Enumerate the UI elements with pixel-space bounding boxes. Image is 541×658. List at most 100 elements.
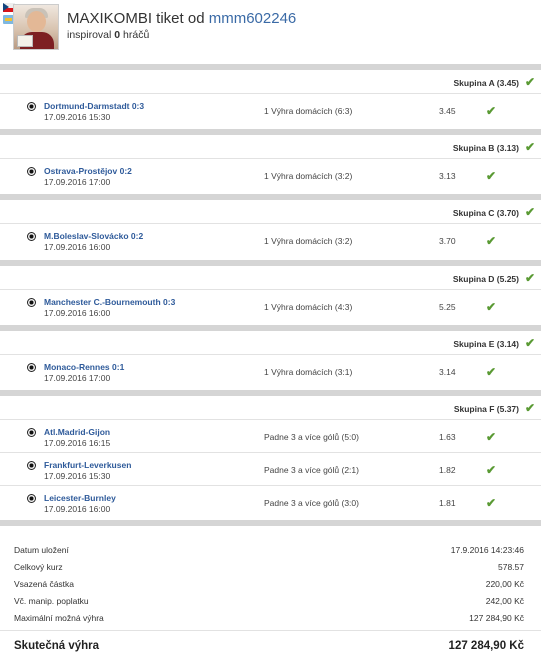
check-icon: ✔ (524, 75, 535, 89)
group-title: Skupina E (3.14) (453, 339, 519, 349)
bet-odds: 3.13 (439, 171, 456, 181)
bet-pick: 1 Výhra domácích (4:3) (264, 302, 353, 312)
match-datetime: 17.09.2016 17:00 (44, 373, 111, 383)
bet-odds: 3.70 (439, 236, 456, 246)
ticket-title: MAXIKOMBI tiket od mmm602246 (67, 10, 296, 27)
bet-row: Atl.Madrid-Gijon 17.09.2016 16:15 Padne 3 … (0, 420, 541, 453)
bet-row: M.Boleslav-Slovácko 0:2 17.09.2016 16:00 1… (0, 224, 541, 257)
soccer-ball-icon (27, 461, 36, 470)
bet-odds: 5.25 (439, 302, 456, 312)
bet-odds: 3.14 (439, 367, 456, 377)
check-icon: ✔ (486, 463, 497, 477)
actual-win-label: Skutečná výhra (14, 640, 100, 652)
inspired-suffix: hráčů (120, 29, 150, 41)
match-link[interactable]: Atl.Madrid-Gijon (44, 427, 110, 437)
match-link[interactable]: Monaco-Rennes 0:1 (44, 362, 124, 372)
match-link[interactable]: Leicester-Burnley (44, 493, 116, 503)
bet-pick: Padne 3 a více gólů (2:1) (264, 465, 359, 475)
match-link[interactable]: Ostrava-Prostějov 0:2 (44, 166, 132, 176)
match-link[interactable]: Dortmund-Darmstadt 0:3 (44, 101, 144, 111)
check-icon: ✔ (524, 205, 535, 219)
check-icon: ✔ (524, 271, 535, 285)
match-datetime: 17.09.2016 16:00 (44, 308, 111, 318)
soccer-ball-icon (27, 494, 36, 503)
ticket-header: MAXIKOMBI tiket od mmm602246 inspiroval … (0, 0, 541, 60)
summary-value: 242,00 Kč (485, 596, 524, 606)
bet-pick: Padne 3 a více gólů (5:0) (264, 432, 359, 442)
summary-label: Vč. manip. poplatku (14, 596, 89, 606)
check-icon: ✔ (486, 300, 497, 314)
soccer-ball-icon (27, 232, 36, 241)
bet-row: Ostrava-Prostějov 0:2 17.09.2016 17:00 1 V… (0, 159, 541, 192)
summary-label: Maximální možná výhra (14, 613, 104, 623)
bet-odds: 1.63 (439, 432, 456, 442)
match-datetime: 17.09.2016 16:00 (44, 242, 111, 252)
check-icon: ✔ (524, 336, 535, 350)
match-link[interactable]: Frankfurt-Leverkusen (44, 460, 131, 470)
check-icon: ✔ (486, 169, 497, 183)
bet-odds: 1.81 (439, 498, 456, 508)
bet-odds: 3.45 (439, 106, 456, 116)
summary-row: Maximální možná výhra 127 284,90 Kč (0, 613, 541, 630)
bet-row: Monaco-Rennes 0:1 17.09.2016 17:00 1 Výhra… (0, 355, 541, 388)
check-icon: ✔ (486, 430, 497, 444)
group-title: Skupina F (5.37) (453, 404, 519, 414)
bet-row: Dortmund-Darmstadt 0:3 17.09.2016 15:30 1 … (0, 94, 541, 127)
bet-odds: 1.82 (439, 465, 456, 475)
summary-value: 17.9.2016 14:23:46 (450, 545, 524, 555)
check-icon: ✔ (486, 496, 497, 510)
soccer-ball-icon (27, 102, 36, 111)
match-datetime: 17.09.2016 15:30 (44, 112, 111, 122)
summary-label: Vsazená částka (14, 579, 75, 589)
summary-row: Datum uložení 17.9.2016 14:23:46 (0, 545, 541, 562)
group-header: Skupina C (3.70) ✔ (0, 200, 541, 224)
actual-win-value: 127 284,90 Kč (448, 640, 524, 652)
match-datetime: 17.09.2016 17:00 (44, 177, 111, 187)
ticket-title-prefix: MAXIKOMBI tiket od (67, 10, 209, 27)
owner-link[interactable]: mmm602246 (209, 10, 297, 27)
summary-label: Datum uložení (14, 545, 69, 555)
group-title: Skupina A (3.45) (453, 78, 520, 88)
match-datetime: 17.09.2016 15:30 (44, 471, 111, 481)
summary-label: Celkový kurz (14, 562, 63, 572)
summary-divider (0, 630, 541, 631)
group-title: Skupina B (3.13) (452, 143, 519, 153)
match-datetime: 17.09.2016 16:15 (44, 438, 111, 448)
summary-row: Vsazená částka 220,00 Kč (0, 579, 541, 596)
bet-row: Leicester-Burnley 17.09.2016 16:00 Padne 3… (0, 486, 541, 519)
soccer-ball-icon (27, 428, 36, 437)
group-title: Skupina D (5.25) (452, 274, 519, 284)
inspired-count: inspiroval 0 hráčů (67, 29, 149, 41)
summary-value: 220,00 Kč (485, 579, 524, 589)
check-icon: ✔ (524, 140, 535, 154)
summary-row: Vč. manip. poplatku 242,00 Kč (0, 596, 541, 613)
group-header: Skupina A (3.45) ✔ (0, 70, 541, 94)
bet-row: Manchester C.-Bournemouth 0:3 17.09.2016 … (0, 290, 541, 323)
check-icon: ✔ (486, 234, 497, 248)
bet-pick: 1 Výhra domácích (6:3) (264, 106, 353, 116)
group-header: Skupina F (5.37) ✔ (0, 396, 541, 420)
match-link[interactable]: Manchester C.-Bournemouth 0:3 (44, 297, 175, 307)
section-separator (0, 520, 541, 526)
group-header: Skupina E (3.14) ✔ (0, 331, 541, 355)
soccer-ball-icon (27, 363, 36, 372)
summary-value: 578.57 (498, 562, 524, 572)
bet-pick: 1 Výhra domácích (3:1) (264, 367, 353, 377)
check-icon: ✔ (486, 365, 497, 379)
group-header: Skupina B (3.13) ✔ (0, 135, 541, 159)
match-datetime: 17.09.2016 16:00 (44, 504, 111, 514)
bet-pick: 1 Výhra domácích (3:2) (264, 236, 353, 246)
group-title: Skupina C (3.70) (452, 208, 519, 218)
bet-pick: 1 Výhra domácích (3:2) (264, 171, 353, 181)
summary-row: Celkový kurz 578.57 (0, 562, 541, 579)
match-link[interactable]: M.Boleslav-Slovácko 0:2 (44, 231, 143, 241)
inspired-prefix: inspiroval (67, 29, 115, 41)
soccer-ball-icon (27, 298, 36, 307)
soccer-ball-icon (27, 167, 36, 176)
bet-row: Frankfurt-Leverkusen 17.09.2016 15:30 Padn… (0, 453, 541, 486)
summary-value: 127 284,90 Kč (469, 613, 524, 623)
check-icon: ✔ (524, 401, 535, 415)
group-header: Skupina D (5.25) ✔ (0, 266, 541, 290)
bet-pick: Padne 3 a více gólů (3:0) (264, 498, 359, 508)
avatar[interactable] (13, 4, 59, 50)
